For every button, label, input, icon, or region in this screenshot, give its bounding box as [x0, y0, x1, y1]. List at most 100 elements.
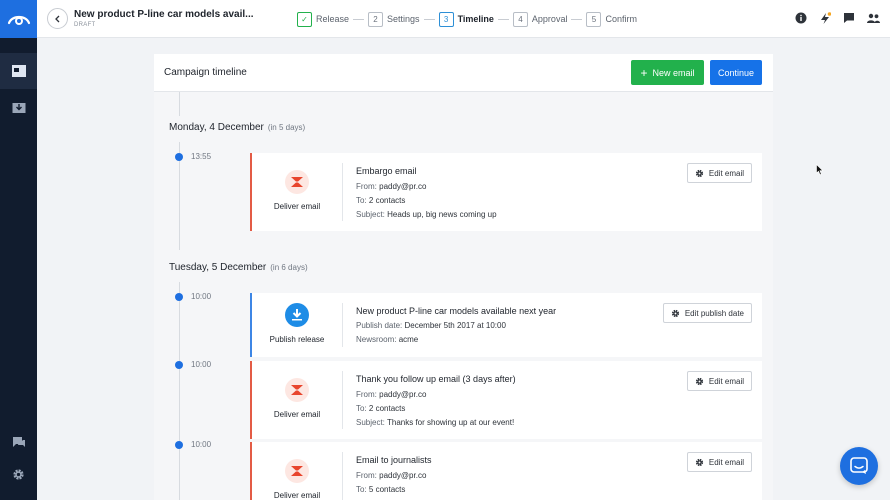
timeline-entry[interactable]: Publish release New product P-line car m… — [250, 293, 762, 357]
gear-icon — [13, 468, 24, 480]
chevron-left-icon — [55, 15, 60, 22]
entry-publish-date: Publish date: December 5th 2017 at 10:00 — [356, 321, 506, 330]
entry-kind: Publish release — [252, 293, 342, 357]
meta-key: From: — [356, 182, 377, 191]
meta-value: Thanks for showing up at our event! — [386, 418, 515, 427]
timeline-body: Monday, 4 December (in 5 days) 13:55 Deli… — [154, 92, 773, 500]
step-settings[interactable]: 2 Settings — [368, 11, 420, 27]
new-email-label: New email — [652, 67, 695, 78]
step-release[interactable]: ✓ Release — [297, 11, 349, 27]
entry-kind-label: Deliver email — [273, 410, 321, 419]
deliver-email-icon — [285, 378, 309, 402]
entry-time: 10:00 — [191, 292, 212, 301]
new-email-button[interactable]: + New email — [631, 60, 704, 85]
sidebar-item-messages[interactable] — [0, 424, 37, 460]
meta-value: Heads up, big news coming up — [387, 210, 497, 219]
status-badge: DRAFT — [74, 22, 96, 28]
meta-key: Subject: — [356, 210, 385, 219]
meta-key: Newsroom: — [356, 335, 397, 344]
timeline-entry[interactable]: Deliver email Email to journalists From:… — [250, 442, 762, 500]
day-header: Monday, 4 December (in 5 days) — [169, 122, 305, 133]
step-separator — [571, 18, 583, 20]
step-number: 3 — [438, 11, 454, 27]
step-label: Settings — [387, 14, 420, 24]
top-bar: New product P-line car models avail... D… — [37, 0, 890, 38]
edit-publish-date-button[interactable]: Edit publish date — [662, 303, 752, 323]
timeline-entry[interactable]: Deliver email Thank you follow up email … — [250, 361, 762, 439]
inbox-download-icon — [12, 103, 25, 113]
edit-email-button[interactable]: Edit email — [686, 163, 752, 183]
wizard-steps: ✓ Release 2 Settings 3 Timeline 4 Approv… — [297, 10, 637, 28]
people-icon[interactable] — [866, 11, 880, 25]
divider — [342, 452, 343, 500]
meta-value: paddy@pr.co — [379, 390, 427, 399]
entry-kind: Deliver email — [252, 153, 342, 231]
entry-from: From: paddy@pr.co — [356, 471, 426, 480]
edit-email-button[interactable]: Edit email — [686, 452, 752, 472]
chat-bubble-icon — [850, 457, 868, 474]
deliver-email-icon — [285, 170, 309, 194]
day-date: Monday, 4 December — [169, 122, 264, 133]
step-label: Confirm — [605, 14, 637, 24]
entry-to: To: 2 contacts — [356, 196, 405, 205]
card-title: Campaign timeline — [164, 67, 247, 78]
divider — [342, 303, 343, 347]
document-title: New product P-line car models avail... — [74, 9, 254, 20]
entry-title: Thank you follow up email (3 days after) — [356, 374, 516, 384]
day-relative: (in 5 days) — [267, 123, 306, 132]
divider — [342, 163, 343, 221]
timeline-dot — [175, 441, 183, 449]
publish-release-icon — [285, 303, 309, 327]
step-number: 2 — [368, 11, 384, 27]
info-icon[interactable] — [794, 11, 808, 25]
back-button[interactable] — [47, 8, 68, 29]
meta-key: Publish date: — [356, 321, 403, 330]
meta-value: paddy@pr.co — [379, 471, 427, 480]
app-logo[interactable] — [0, 0, 37, 38]
support-chat-button[interactable] — [840, 447, 878, 485]
continue-button[interactable]: Continue — [710, 60, 762, 85]
entry-from: From: paddy@pr.co — [356, 390, 426, 399]
meta-value: December 5th 2017 at 10:00 — [404, 321, 506, 330]
sidebar-item-inbox[interactable] — [0, 90, 37, 126]
activity-icon[interactable] — [818, 11, 832, 25]
timeline-entry[interactable]: Deliver email Embargo email From: paddy@… — [250, 153, 762, 231]
step-number: 5 — [586, 11, 602, 27]
step-separator — [353, 18, 365, 20]
gear-icon — [695, 458, 703, 466]
entry-subject: Subject: Heads up, big news coming up — [356, 210, 497, 219]
timeline-dot — [175, 153, 183, 161]
entry-title: Embargo email — [356, 166, 417, 176]
timeline-line — [179, 282, 180, 500]
step-approval[interactable]: 4 Approval — [512, 11, 568, 27]
meta-value: 2 contacts — [368, 196, 406, 205]
step-number: 4 — [512, 11, 528, 27]
meta-key: From: — [356, 471, 377, 480]
meta-key: Subject: — [356, 418, 385, 427]
meta-value: acme — [398, 335, 419, 344]
action-label: Edit publish date — [684, 308, 744, 318]
action-label: Edit email — [708, 376, 744, 386]
chat-icon[interactable] — [842, 11, 856, 25]
entry-time: 10:00 — [191, 360, 212, 369]
gear-icon — [671, 309, 679, 317]
step-confirm[interactable]: 5 Confirm — [586, 11, 637, 27]
sidebar-item-settings[interactable] — [0, 456, 37, 492]
sidebar-item-campaigns[interactable] — [0, 53, 37, 89]
step-timeline[interactable]: 3 Timeline — [438, 11, 494, 27]
timeline-dot — [175, 293, 183, 301]
action-label: Edit email — [708, 457, 744, 467]
step-separator — [497, 18, 509, 20]
messages-icon — [12, 437, 25, 447]
entry-kind-label: Publish release — [269, 335, 325, 344]
entry-newsroom: Newsroom: acme — [356, 335, 418, 344]
meta-value: 2 contacts — [368, 404, 406, 413]
entry-title: New product P-line car models available … — [356, 306, 557, 316]
gear-icon — [695, 169, 703, 177]
entry-kind: Deliver email — [252, 442, 342, 500]
action-label: Edit email — [708, 168, 744, 178]
step-label: Timeline — [457, 14, 494, 24]
edit-email-button[interactable]: Edit email — [686, 371, 752, 391]
step-label: Approval — [531, 14, 568, 24]
deliver-email-icon — [285, 459, 309, 483]
